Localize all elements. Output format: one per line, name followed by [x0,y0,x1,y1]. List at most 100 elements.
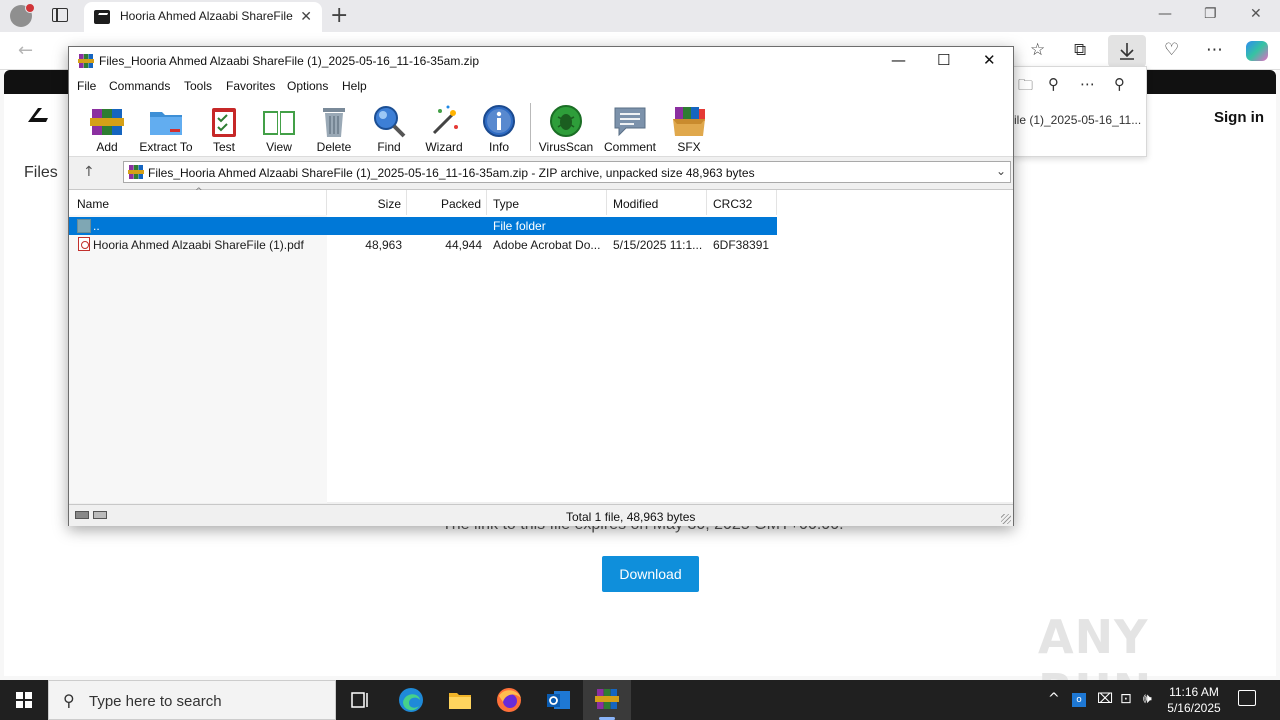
info-icon [483,105,515,137]
column-header-packed[interactable]: Packed [407,190,487,215]
column-header-modified[interactable]: Modified [607,190,707,215]
column-crc32-label: CRC32 [713,197,753,211]
downloads-flyout: 🗀 ⚲ ⋯ ⚲ ile (1)_2025-05-16_11... [1013,66,1147,157]
menu-file[interactable]: File [77,79,96,93]
column-header-type[interactable]: Type [487,190,607,215]
winrar-close-button[interactable]: ✕ [983,51,996,69]
resize-grip-icon[interactable] [1001,514,1011,524]
row-type: Adobe Acrobat Do... [493,238,601,252]
winrar-title-bar[interactable]: Files_Hooria Ahmed Alzaabi ShareFile (1)… [69,47,1013,75]
windows-start-icon[interactable] [16,692,32,708]
pdf-file-icon [78,237,90,251]
outlook-icon[interactable] [544,686,572,714]
search-downloads-icon[interactable]: ⚲ [1048,75,1059,93]
winrar-app-icon [78,54,94,68]
firefox-icon[interactable] [495,686,523,714]
view-book-icon [263,111,295,135]
notification-center-icon[interactable] [1238,690,1256,706]
column-header-size[interactable]: Size [327,190,407,215]
table-row[interactable]: Hooria Ahmed Alzaabi ShareFile (1).pdf 4… [69,236,777,254]
up-one-level-icon[interactable]: ↑ [83,164,95,180]
virusscan-button[interactable]: VirusScan [533,99,599,155]
row-crc32: 6DF38391 [713,238,770,252]
taskbar-search-box[interactable]: ⚲ Type here to search [48,680,336,720]
delete-trash-icon [323,108,345,137]
column-header-name[interactable]: ^ Name [69,187,327,215]
menu-help[interactable]: Help [342,79,367,93]
file-explorer-icon[interactable] [446,686,474,714]
row-type: File folder [493,219,546,233]
tab-title: Hooria Ahmed Alzaabi ShareFile [120,9,293,23]
winrar-maximize-button[interactable]: ☐ [937,51,950,69]
winrar-toolbar: Add Extract To Test View Delete Find Wiz… [69,97,1013,157]
downloads-button[interactable] [1108,35,1146,67]
network-icon[interactable]: ⊡ [1120,691,1132,707]
toolbar-separator [530,103,531,151]
column-size-label: Size [377,197,401,211]
column-header-crc32[interactable]: CRC32 [707,190,777,215]
winrar-minimize-button[interactable]: — [891,51,906,69]
add-button[interactable]: Add [74,99,140,155]
windows-taskbar: ⚲ Type here to search ^ o ⌧ ⊡ 🕪 11:16 AM… [0,680,1280,720]
add-label: Add [96,140,118,154]
back-arrow-icon[interactable]: ← [18,40,33,61]
row-name: .. [93,219,100,233]
browser-tab-bar: Hooria Ahmed Alzaabi ShareFile ✕ + — ❐ ✕ [0,0,1280,32]
tab-close-icon[interactable]: ✕ [300,8,312,25]
winrar-status-bar: Total 1 file, 48,963 bytes [69,504,1013,526]
task-view-icon[interactable] [346,686,374,714]
pin-icon[interactable]: ⚲ [1114,75,1125,93]
download-item-filename[interactable]: ile (1)_2025-05-16_11... [1014,113,1141,127]
volume-icon[interactable]: 🕪 [1143,691,1152,707]
system-clock[interactable]: 11:16 AM 5/16/2025 [1166,684,1222,716]
open-folder-icon[interactable]: 🗀 [1018,75,1033,100]
menu-tools[interactable]: Tools [184,79,212,93]
wizard-wand-icon [432,105,458,135]
profile-avatar-icon[interactable] [10,3,35,27]
winrar-taskbar-button[interactable] [583,680,631,720]
sfx-label: SFX [677,140,701,154]
comment-bubble-icon [614,107,646,137]
comment-button[interactable]: Comment [597,99,663,155]
winrar-window: Files_Hooria Ahmed Alzaabi ShareFile (1)… [68,46,1014,526]
download-arrow-icon [1120,43,1134,60]
collections-icon[interactable]: ⧉ [1074,40,1086,60]
browser-minimize-button[interactable]: — [1158,6,1172,22]
tab-actions-icon[interactable] [52,8,68,22]
archive-path-text: Files_Hooria Ahmed Alzaabi ShareFile (1)… [148,166,755,180]
taskbar-search-placeholder: Type here to search [89,693,222,710]
outlook-tray-icon[interactable]: o [1072,693,1086,707]
device-icon[interactable]: ⌧ [1097,691,1113,707]
settings-more-icon[interactable]: ⋯ [1206,40,1223,60]
edge-browser-icon[interactable] [397,686,425,714]
files-heading: Files [24,164,58,181]
table-row[interactable]: .. File folder [69,217,777,235]
key-icon [93,511,107,519]
sign-in-link[interactable]: Sign in [1214,109,1264,126]
show-hidden-icons-chevron-icon[interactable]: ^ [1048,691,1060,707]
row-packed: 44,944 [445,238,482,252]
menu-favorites[interactable]: Favorites [226,79,275,93]
browser-tab-active[interactable]: Hooria Ahmed Alzaabi ShareFile ✕ [84,2,322,32]
sfx-button[interactable]: SFX [656,99,722,155]
comment-label: Comment [603,140,656,154]
archive-path-dropdown[interactable]: Files_Hooria Ahmed Alzaabi ShareFile (1)… [123,161,1011,183]
browser-restore-button[interactable]: ❐ [1204,6,1217,22]
download-button[interactable]: Download [602,556,699,592]
favorites-star-icon[interactable]: ☆ [1030,40,1045,60]
menu-options[interactable]: Options [287,79,328,93]
more-options-icon[interactable]: ⋯ [1080,75,1095,93]
browser-close-button[interactable]: ✕ [1250,6,1262,22]
new-tab-button[interactable]: + [330,3,348,28]
copilot-icon[interactable] [1246,41,1268,61]
column-type-label: Type [493,197,520,211]
row-modified: 5/15/2025 11:1... [613,238,703,252]
extract-to-button[interactable]: Extract To [133,99,199,155]
chevron-down-icon[interactable]: ⌄ [996,164,1006,178]
find-magnifier-icon [374,106,406,138]
browser-essentials-icon[interactable]: ♡ [1164,40,1179,60]
menu-commands[interactable]: Commands [109,79,170,93]
info-button[interactable]: Info [466,99,532,155]
info-label: Info [488,140,509,154]
sharefile-logo-icon [26,106,56,129]
